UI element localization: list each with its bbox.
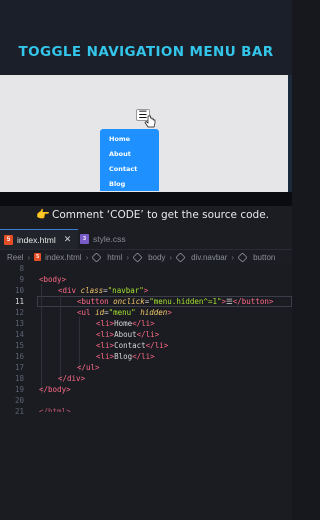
code-line: <body> bbox=[39, 275, 67, 284]
line-number: 20 bbox=[14, 396, 24, 405]
line-number: 21 bbox=[14, 407, 24, 416]
line-number: 17 bbox=[14, 363, 24, 372]
line-number: 12 bbox=[14, 308, 24, 317]
code-line: <button onclick="menu.hidden^=1">☰</butt… bbox=[77, 297, 274, 306]
tab-label: index.html bbox=[17, 234, 56, 245]
code-line: <ul id="menu" hidden> bbox=[77, 308, 172, 317]
element-icon bbox=[91, 251, 102, 263]
breadcrumb-item[interactable]: body bbox=[148, 253, 165, 262]
element-icon bbox=[132, 251, 143, 263]
code-line: </div> bbox=[58, 374, 86, 383]
menu-item-home[interactable]: Home bbox=[109, 135, 130, 143]
breadcrumb-item[interactable]: button bbox=[253, 253, 275, 262]
breadcrumb-item[interactable]: html bbox=[107, 253, 122, 262]
element-icon bbox=[237, 251, 248, 263]
tab-label: style.css bbox=[93, 234, 126, 244]
line-number: 14 bbox=[14, 330, 24, 339]
code-editor[interactable]: 8 9 10 11 12 13 14 15 16 17 18 19 20 21 … bbox=[0, 264, 292, 520]
preview-edge bbox=[288, 75, 292, 192]
editor-tabbar: 5 index.html ✕ 3 style.css bbox=[0, 229, 292, 250]
code-line: </html> bbox=[39, 407, 71, 412]
banner bbox=[0, 0, 292, 75]
css3-icon: 3 bbox=[80, 234, 89, 244]
page-title: TOGGLE NAVIGATION MENU BAR bbox=[18, 44, 274, 60]
breadcrumb-item[interactable]: div.navbar bbox=[191, 253, 227, 262]
line-number: 16 bbox=[14, 352, 24, 361]
line-number: 13 bbox=[14, 319, 24, 328]
html5-icon: 5 bbox=[34, 253, 42, 261]
pointing-hand-icon: 👉 bbox=[36, 209, 50, 221]
hint-text: Comment ‘CODE’ to get the source code. bbox=[52, 209, 270, 221]
html5-icon: 5 bbox=[4, 234, 13, 245]
menu-item-about[interactable]: About bbox=[109, 150, 131, 158]
code-line: <li>About</li> bbox=[96, 330, 160, 339]
close-icon[interactable]: ✕ bbox=[64, 234, 72, 245]
dropdown-menu: Home About Contact Blog bbox=[100, 129, 159, 191]
line-number: 15 bbox=[14, 341, 24, 350]
demo-preview: ☰ Home About Contact Blog bbox=[0, 75, 292, 192]
line-number: 9 bbox=[19, 275, 24, 284]
code-line: <div class="navbar"> bbox=[58, 286, 149, 295]
line-number: 8 bbox=[19, 264, 24, 273]
line-number-active: 11 bbox=[14, 297, 24, 306]
divider bbox=[0, 192, 292, 206]
breadcrumb: Reel › 5 index.html › html › body › div.navb… bbox=[0, 250, 292, 264]
code-line: <li>Blog</li> bbox=[96, 352, 155, 361]
line-number: 10 bbox=[14, 286, 24, 295]
breadcrumb-item[interactable]: index.html bbox=[45, 253, 81, 262]
menu-item-contact[interactable]: Contact bbox=[109, 165, 137, 173]
tab-index-html[interactable]: 5 index.html ✕ bbox=[0, 229, 78, 249]
element-icon bbox=[175, 251, 186, 263]
code-line: <li>Contact</li> bbox=[96, 341, 169, 350]
indent-guide bbox=[60, 295, 61, 383]
line-number: 19 bbox=[14, 385, 24, 394]
indent-guide bbox=[41, 284, 42, 394]
tab-style-css[interactable]: 3 style.css bbox=[80, 229, 150, 249]
code-line: </body> bbox=[39, 385, 71, 394]
line-number: 18 bbox=[14, 374, 24, 383]
code-line: </ul> bbox=[77, 363, 100, 372]
hand-cursor-icon bbox=[144, 115, 156, 128]
code-line: <li>Home</li> bbox=[96, 319, 155, 328]
breadcrumb-item[interactable]: Reel bbox=[7, 253, 23, 262]
menu-item-blog[interactable]: Blog bbox=[109, 180, 125, 188]
